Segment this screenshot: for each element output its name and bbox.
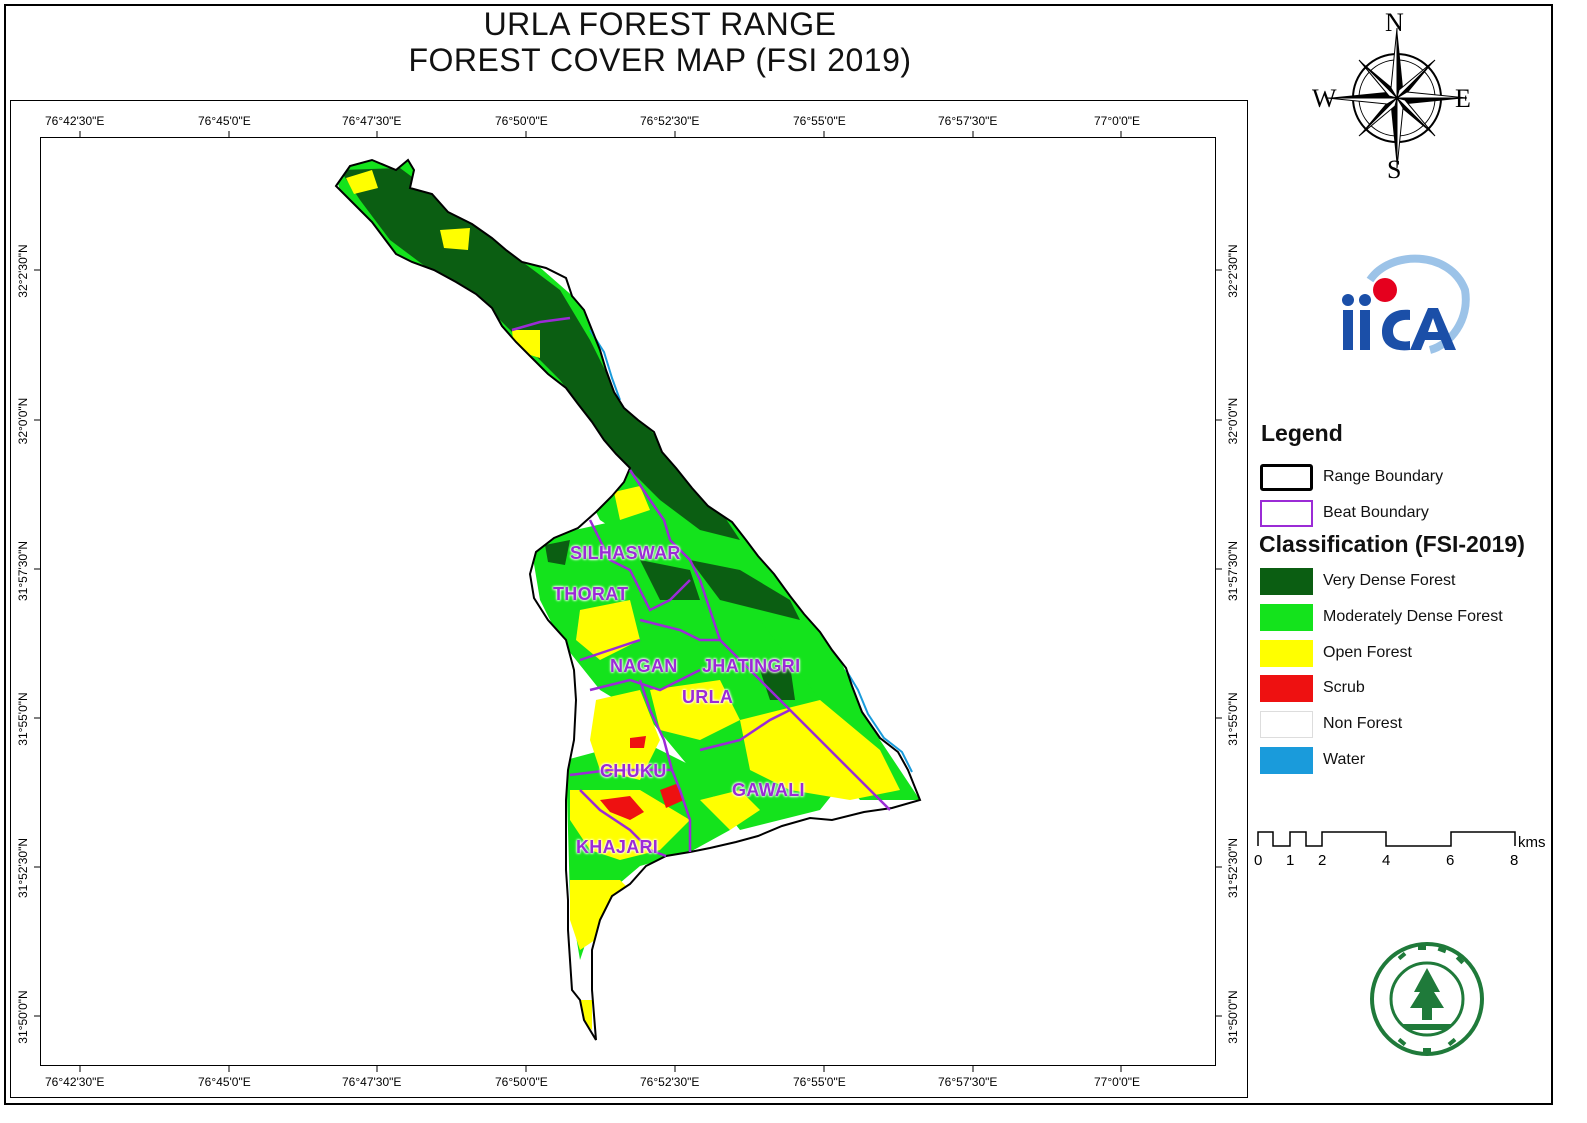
beat-label-gawali: GAWALI xyxy=(732,780,805,800)
beat-label-thorat: THORAT xyxy=(553,584,629,604)
legend-item-beat-boundary: Beat Boundary xyxy=(1260,498,1429,528)
legend-item-very-dense-forest: Very Dense Forest xyxy=(1260,566,1456,596)
water-swatch xyxy=(1260,746,1313,774)
scale-label: 0 xyxy=(1254,852,1263,869)
legend-label: Very Dense Forest xyxy=(1323,572,1456,589)
compass-n-label: N xyxy=(1385,8,1404,37)
non-forest-swatch xyxy=(1260,710,1313,738)
legend-item-water: Water xyxy=(1260,745,1365,775)
jica-logo xyxy=(1342,254,1470,354)
compass-s-label: S xyxy=(1387,155,1402,184)
legend-label: Water xyxy=(1323,751,1366,768)
moderately-dense-forest-swatch xyxy=(1260,603,1313,631)
open-forest-swatch xyxy=(1260,639,1313,667)
scale-label: 8 xyxy=(1510,852,1519,869)
legend-item-open-forest: Open Forest xyxy=(1260,638,1412,668)
legend-label: Open Forest xyxy=(1323,644,1412,661)
scale-label: 4 xyxy=(1382,852,1391,869)
scale-bar-graphic xyxy=(1257,831,1516,847)
forest-department-seal xyxy=(1370,942,1484,1056)
beat-label-nagan: NAGAN xyxy=(610,656,678,676)
legend-item-range-boundary: Range Boundary xyxy=(1260,462,1443,492)
beat-label-chuku: CHUKU xyxy=(600,761,667,781)
beat-label-khajari: KHAJARI xyxy=(576,837,659,857)
classification-title: Classification (FSI-2019) xyxy=(1259,531,1525,557)
compass-e-label: E xyxy=(1455,84,1471,113)
legend-label: Scrub xyxy=(1323,679,1365,696)
scale-label: 6 xyxy=(1446,852,1455,869)
legend-item-scrub: Scrub xyxy=(1260,673,1365,703)
scale-unit: kms xyxy=(1518,834,1546,851)
scale-label: 2 xyxy=(1318,852,1327,869)
beat-label-urla: URLA xyxy=(682,687,734,707)
very-dense-forest-swatch xyxy=(1260,567,1313,595)
legend-item-non-forest: Non Forest xyxy=(1260,709,1402,739)
range-boundary-swatch xyxy=(1260,463,1313,491)
legend-label: Range Boundary xyxy=(1323,468,1444,485)
legend-label: Non Forest xyxy=(1323,715,1403,732)
compass-w-label: W xyxy=(1312,84,1337,113)
legend-title: Legend xyxy=(1261,420,1343,446)
scale-label: 1 xyxy=(1286,852,1295,869)
beat-boundary-swatch xyxy=(1260,499,1313,527)
scale-bar: 0 1 2 4 6 8 kms xyxy=(1254,828,1556,878)
legend-label: Moderately Dense Forest xyxy=(1323,608,1503,625)
legend-item-moderately-dense-forest: Moderately Dense Forest xyxy=(1260,602,1503,632)
scrub-swatch xyxy=(1260,674,1313,702)
legend-label: Beat Boundary xyxy=(1323,504,1429,521)
beat-label-jhatingri: JHATINGRI xyxy=(702,656,801,676)
beat-label-silhaswar: SILHASWAR xyxy=(570,543,681,563)
